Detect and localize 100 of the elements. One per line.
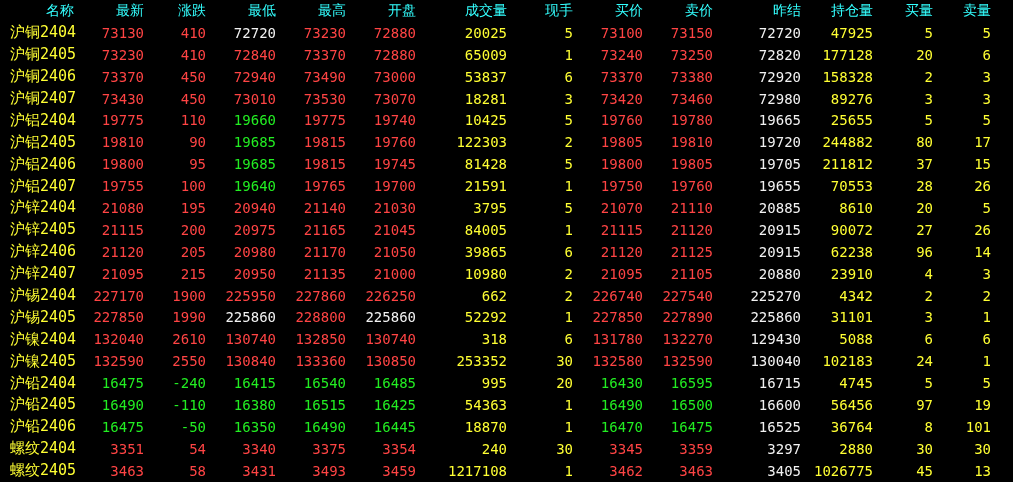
column-header[interactable]: 名称: [0, 1, 80, 20]
table-cell-text: 5: [923, 112, 933, 129]
table-cell-text: 30: [973, 440, 991, 457]
table-cell-text: 90072: [829, 221, 873, 238]
table-cell-text: 3463: [678, 462, 713, 479]
table-cell-text: 2: [981, 287, 991, 304]
table-cell-text: 225270: [749, 287, 801, 304]
table-cell-text: 228800: [294, 309, 346, 326]
table-cell-text: 5: [563, 156, 573, 173]
column-header[interactable]: 涨跌: [144, 1, 206, 20]
table-cell-text: 80: [915, 134, 933, 151]
table-cell-text: 19760: [669, 178, 713, 195]
table-cell-text: 19810: [669, 134, 713, 151]
table-cell-text: 72720: [757, 24, 801, 41]
table-cell-text: 20940: [232, 199, 276, 216]
table-cell-text: 16500: [669, 396, 713, 413]
table-cell-text: 20885: [757, 199, 801, 216]
table-cell-text: 225860: [224, 309, 276, 326]
table-cell-text: 122303: [455, 134, 507, 151]
table-cell-text: 158328: [821, 68, 873, 85]
table-cell-text: 73530: [302, 90, 346, 107]
table-cell-text: 16490: [599, 396, 643, 413]
table-cell-text: 73250: [669, 46, 713, 63]
column-header[interactable]: 买量: [873, 1, 933, 20]
table-cell-text: 2: [563, 134, 573, 151]
table-cell-text: 132590: [92, 353, 144, 370]
table-cell-text: 47925: [829, 24, 873, 41]
table-cell-text: 133360: [294, 353, 346, 370]
table-cell-text: 73130: [100, 24, 144, 41]
table-cell-text: 3: [981, 265, 991, 282]
table-cell-text: 23910: [829, 265, 873, 282]
table-cell-text: 2610: [171, 331, 206, 348]
column-header[interactable]: 最新: [80, 1, 144, 20]
table-cell-text: 3459: [381, 462, 416, 479]
table-cell-text: 318: [480, 331, 507, 348]
table-cell-text: 20: [915, 46, 933, 63]
table-cell-text: 227850: [591, 309, 643, 326]
table-cell-text: 13: [973, 462, 991, 479]
table-cell-text: 130850: [364, 353, 416, 370]
table-cell-text: 16475: [100, 375, 144, 392]
table-cell-text: 21110: [669, 199, 713, 216]
table-cell-text: 1900: [171, 287, 206, 304]
table-cell-text: 3351: [109, 440, 144, 457]
table-cell-text: 24: [915, 353, 933, 370]
table-cell-text: 211812: [821, 156, 873, 173]
table-cell-text: 53837: [463, 68, 507, 85]
table-cell-text: 16540: [302, 375, 346, 392]
table-cell-text: 21120: [100, 243, 144, 260]
table-cell-text: 19740: [372, 112, 416, 129]
table-cell-text: 21115: [100, 221, 144, 238]
table-cell-text: 1: [563, 396, 573, 413]
table-cell-text: 16430: [599, 375, 643, 392]
table-cell-text: 8610: [838, 199, 873, 216]
contract-name: 沪铜2407: [9, 89, 78, 108]
table-cell-text: 19760: [599, 112, 643, 129]
table-cell-text: 73000: [372, 68, 416, 85]
column-header[interactable]: 卖量: [933, 1, 991, 20]
table-cell-text: 20915: [757, 221, 801, 238]
table-cell-text: 6: [981, 46, 991, 63]
table-cell-text: 20: [915, 199, 933, 216]
table-cell-text: 16490: [100, 396, 144, 413]
column-header[interactable]: 最高: [276, 1, 346, 20]
contract-name: 沪铝2404: [9, 110, 78, 130]
contract-name: 沪锌2406: [9, 242, 78, 262]
table-cell-text: 70553: [829, 178, 873, 195]
table-cell-text: 4745: [838, 375, 873, 392]
table-cell-text: 15: [973, 156, 991, 173]
column-header[interactable]: 持仓量: [801, 1, 873, 20]
table-cell-text: 21050: [372, 243, 416, 260]
table-cell-text: 225860: [364, 309, 416, 326]
table-cell-text: 16415: [232, 375, 276, 392]
contract-name: 沪镍2405: [9, 351, 78, 371]
table-cell-text: 20950: [232, 265, 276, 282]
column-header[interactable]: 最低: [206, 1, 276, 20]
column-header[interactable]: 卖价: [643, 1, 713, 20]
column-header[interactable]: 现手: [507, 1, 573, 20]
contract-name: 沪铜2406: [9, 67, 78, 87]
table-cell-text: 45: [915, 462, 933, 479]
column-header[interactable]: 买价: [573, 1, 643, 20]
table-cell-text: 227890: [661, 309, 713, 326]
table-cell-text: 5: [923, 24, 933, 41]
column-header[interactable]: 开盘: [346, 1, 416, 20]
contract-name: 沪铅2406: [9, 417, 78, 437]
table-cell-text: 16715: [757, 375, 801, 392]
contract-name: 沪镍2404: [9, 329, 78, 349]
table-cell-text: 3: [981, 90, 991, 107]
table-cell-text: 3297: [766, 440, 801, 457]
table-cell-text: 18281: [463, 90, 507, 107]
table-cell-text: 450: [179, 68, 206, 85]
table-cell-text: 21140: [302, 199, 346, 216]
table-cell-text: 16515: [302, 396, 346, 413]
table-cell-text: 130740: [224, 331, 276, 348]
table-cell-text: 662: [480, 287, 507, 304]
table-cell-text: 1: [563, 46, 573, 63]
table-cell-text: 4342: [838, 287, 873, 304]
table-cell-text: 19685: [232, 156, 276, 173]
table-cell-text: 3359: [678, 440, 713, 457]
column-header[interactable]: 成交量: [416, 1, 507, 20]
contract-name: 沪铅2404: [9, 373, 78, 393]
column-header[interactable]: 昨结: [713, 1, 801, 20]
